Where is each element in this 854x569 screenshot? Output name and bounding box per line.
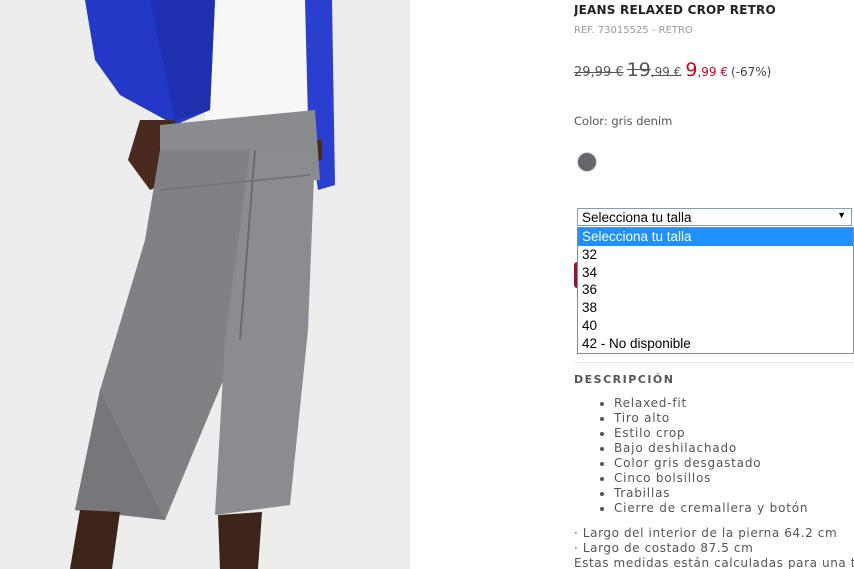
size-option-placeholder[interactable]: Selecciona tu talla <box>578 228 853 246</box>
size-option-40[interactable]: 40 <box>578 317 853 335</box>
product-info-panel: JEANS RELAXED CROP RETRO REF. 73015525 -… <box>574 0 854 569</box>
sale-price-dec: ,99 € <box>697 65 728 79</box>
size-option-32[interactable]: 32 <box>578 246 853 264</box>
size-select[interactable]: Selecciona tu talla ▼ <box>577 208 852 226</box>
description-item: Bajo deshilachado <box>614 441 808 456</box>
size-option-38[interactable]: 38 <box>578 299 853 317</box>
sale-price: 9,99 € <box>685 59 728 81</box>
description-item: Cinco bolsillos <box>614 471 808 486</box>
measure-note: Estas medidas están calculadas para una … <box>574 556 854 569</box>
previous-price-int: 19 <box>626 59 651 81</box>
size-option-42-unavailable[interactable]: 42 - No disponible <box>578 335 853 353</box>
description-item: Tiro alto <box>614 411 808 426</box>
price-row: 29,99 €19,99 €9,99 € (-67%) <box>574 59 771 81</box>
description-item: Estilo crop <box>614 426 808 441</box>
description-item: Cierre de cremallera y botón <box>614 501 808 516</box>
description-list: Relaxed-fit Tiro alto Estilo crop Bajo d… <box>596 396 808 516</box>
size-option-34[interactable]: 34 <box>578 264 853 282</box>
product-photo-illustration <box>0 0 410 569</box>
product-image[interactable] <box>0 0 410 569</box>
measure-inseam: · Largo del interior de la pierna 64.2 c… <box>574 526 838 540</box>
product-reference: REF. 73015525 - RETRO <box>574 25 693 36</box>
size-option-36[interactable]: 36 <box>578 281 853 299</box>
product-title: JEANS RELAXED CROP RETRO <box>574 3 776 17</box>
description-item: Relaxed-fit <box>614 396 808 411</box>
color-label: Color: gris denim <box>574 114 673 128</box>
description-item: Color gris desgastado <box>614 456 808 471</box>
measure-outseam: · Largo de costado 87.5 cm <box>574 541 754 555</box>
description-item: Trabillas <box>614 486 808 501</box>
size-select-value: Selecciona tu talla <box>582 210 692 225</box>
dropdown-arrow-icon: ▼ <box>837 210 846 220</box>
previous-price-dec: ,99 € <box>650 65 682 79</box>
description-title: DESCRIPCIÓN <box>574 373 675 386</box>
original-price: 29,99 € <box>574 65 624 80</box>
measurements: · Largo del interior de la pierna 64.2 c… <box>574 526 854 569</box>
size-dropdown-list: Selecciona tu talla 32 34 36 38 40 42 - … <box>577 227 854 354</box>
section-divider <box>574 362 854 363</box>
previous-price: 19,99 € <box>627 59 682 81</box>
color-swatch-gris-denim[interactable] <box>578 153 596 171</box>
discount-percent: (-67%) <box>731 65 772 79</box>
sale-price-int: 9 <box>685 59 698 81</box>
